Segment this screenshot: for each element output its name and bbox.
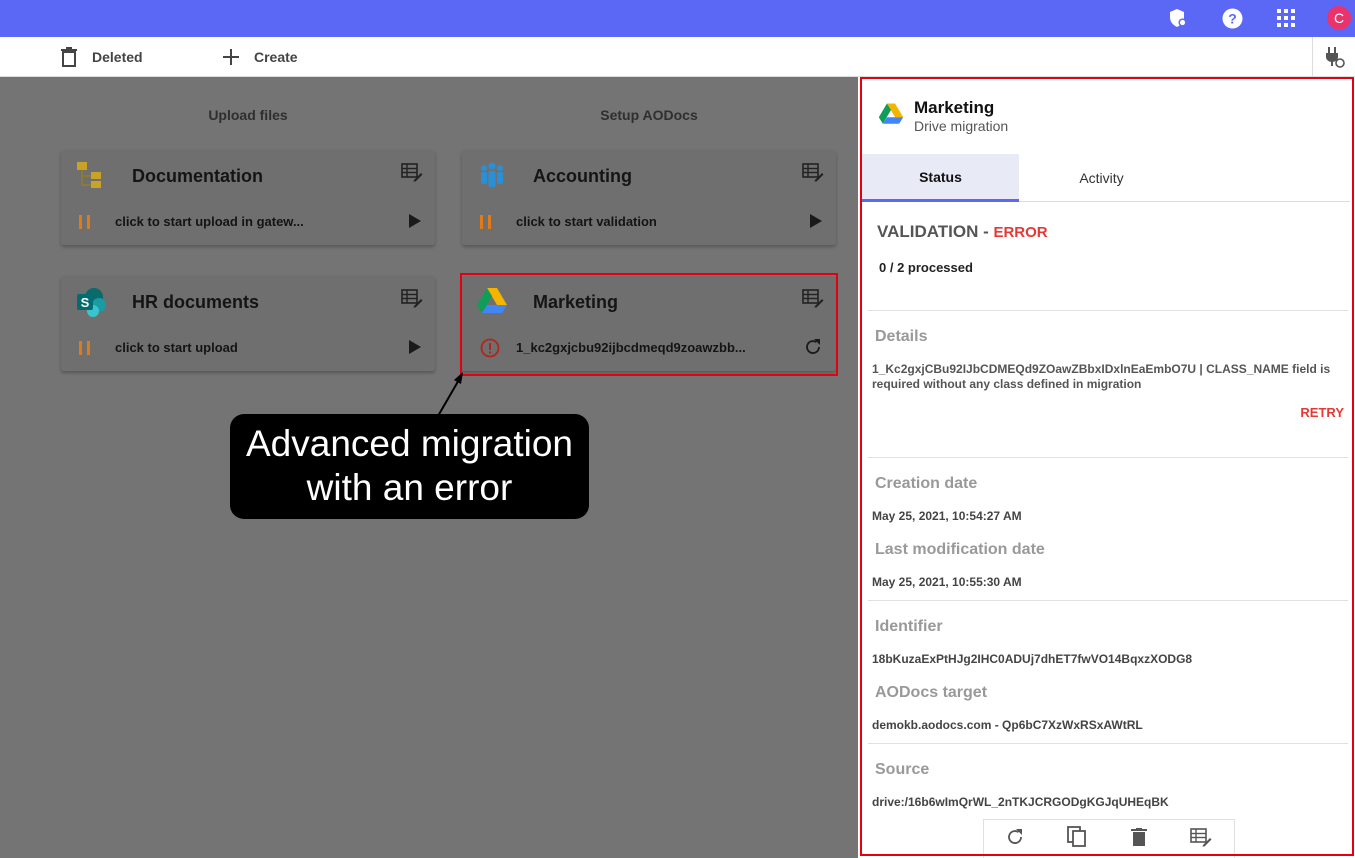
toolbar: Deleted Create — [0, 37, 1355, 77]
folder-tree-icon — [75, 160, 107, 192]
migration-card-documentation[interactable]: Documentation click to start upload in g… — [61, 150, 435, 245]
migration-card-hr-documents[interactable]: S HR documents click to start upload — [61, 276, 435, 371]
trash-icon — [61, 47, 77, 67]
edit-table-icon[interactable] — [401, 288, 423, 313]
help-icon[interactable]: ? — [1221, 7, 1243, 29]
callout-line-1: Advanced migration — [245, 423, 574, 464]
avatar[interactable]: C — [1327, 6, 1351, 30]
card-title: Accounting — [533, 166, 632, 186]
plus-icon — [223, 49, 239, 65]
migration-card-accounting[interactable]: Accounting click to start validation — [462, 150, 836, 245]
pause-icon[interactable] — [79, 212, 95, 232]
panel-highlight-box — [860, 77, 1354, 856]
pause-icon[interactable] — [480, 212, 496, 232]
svg-text:S: S — [81, 295, 90, 310]
deleted-label: Deleted — [92, 49, 143, 65]
card-status-text: click to start upload in gatew... — [115, 214, 304, 229]
sharepoint-icon: S — [75, 286, 107, 318]
edit-table-icon[interactable] — [401, 162, 423, 187]
annotation-callout: Advanced migration with an error — [230, 414, 589, 519]
upload-files-heading: Upload files — [208, 107, 288, 123]
connection-plug-icon[interactable] — [1312, 37, 1355, 77]
play-icon[interactable] — [409, 340, 421, 359]
edit-table-icon[interactable] — [802, 162, 824, 187]
svg-text:?: ? — [1228, 10, 1237, 26]
create-label: Create — [254, 49, 298, 65]
pause-icon[interactable] — [79, 338, 95, 358]
play-icon[interactable] — [409, 214, 421, 233]
card-title: Documentation — [132, 166, 264, 186]
people-icon — [476, 160, 508, 192]
apps-grid-icon[interactable] — [1275, 7, 1297, 29]
callout-line-2: with an error — [306, 467, 513, 508]
card-status-text: click to start validation — [516, 214, 657, 229]
app-bar: ? C — [0, 0, 1355, 37]
highlight-box — [460, 273, 838, 376]
play-icon[interactable] — [810, 214, 822, 233]
setup-aodocs-heading: Setup AODocs — [600, 107, 698, 123]
admin-shield-icon[interactable] — [1167, 7, 1189, 29]
card-title: HR documents — [132, 292, 260, 312]
create-button[interactable]: Create — [222, 37, 298, 77]
callout-arrow — [437, 372, 463, 417]
deleted-button[interactable]: Deleted — [60, 37, 143, 77]
card-status-text: click to start upload — [115, 340, 238, 355]
